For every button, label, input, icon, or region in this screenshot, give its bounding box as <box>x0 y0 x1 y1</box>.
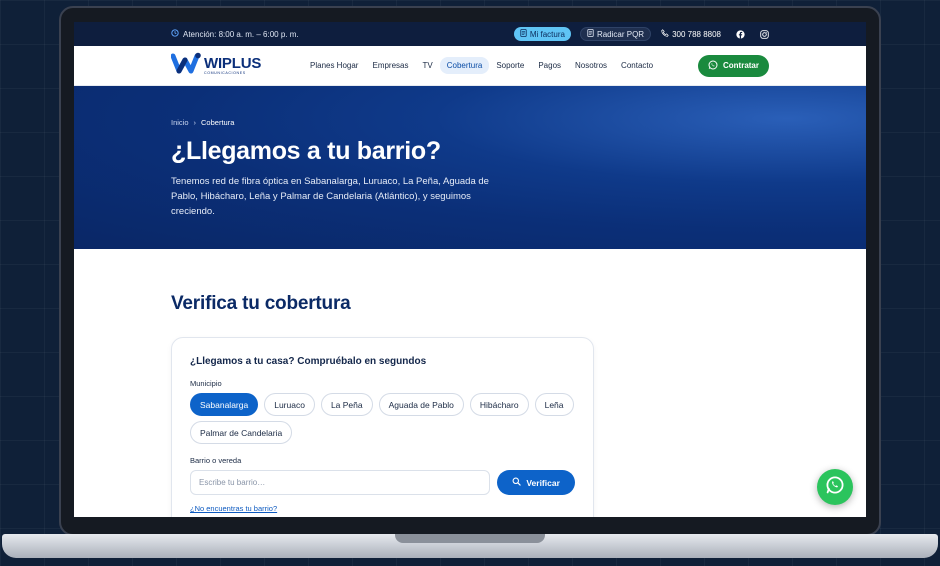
breadcrumb-home[interactable]: Inicio <box>171 118 189 127</box>
verify-label: Verificar <box>526 477 560 488</box>
search-icon <box>512 477 522 488</box>
contratar-label: Contratar <box>722 61 759 70</box>
nav-item-cobertura[interactable]: Cobertura <box>439 57 490 74</box>
whatsapp-float-button[interactable] <box>817 469 853 505</box>
chip-palmar-de-candelaria[interactable]: Palmar de Candelaria <box>190 421 293 444</box>
nav-menu: Planes Hogar Empresas TV Cobertura Sopor… <box>303 57 660 74</box>
phone-icon <box>661 29 669 39</box>
chip-aguada-de-pablo[interactable]: Aguada de Pablo <box>378 393 464 416</box>
chip-hibacharo[interactable]: Hibácharo <box>469 393 529 416</box>
instagram-icon[interactable] <box>759 29 769 39</box>
coverage-title: Verifica tu cobertura <box>171 293 351 314</box>
nav-item-nosotros[interactable]: Nosotros <box>568 57 614 74</box>
wiplus-logo-mark-icon <box>170 52 201 79</box>
brand-subtitle: COMUNICACIONES <box>204 70 246 75</box>
breadcrumb: Inicio › Cobertura <box>171 118 769 127</box>
laptop-notch <box>395 534 545 543</box>
hours-text: Atención: 8:00 a. m. – 6:00 p. m. <box>183 29 299 39</box>
phone-link[interactable]: 300 788 8808 <box>661 29 721 39</box>
municipio-chips: Sabanalarga Luruaco La Peña Aguada de Pa… <box>190 393 580 444</box>
facebook-icon[interactable] <box>735 29 745 39</box>
nav-item-planes-hogar[interactable]: Planes Hogar <box>303 57 365 74</box>
whatsapp-icon <box>708 59 718 72</box>
coverage-section: Verifica tu cobertura ¿Llegamos a tu cas… <box>74 249 866 517</box>
coverage-card: ¿Llegamos a tu casa? Compruébalo en segu… <box>171 337 594 517</box>
invoice-button[interactable]: Mi factura <box>513 27 571 41</box>
contratar-button[interactable]: Contratar <box>697 54 769 77</box>
brand-name: WIPLUS <box>204 54 262 72</box>
barrio-search-row: Verificar <box>190 470 575 495</box>
pqr-button[interactable]: Radicar PQR <box>579 27 652 41</box>
breadcrumb-separator-icon: › <box>193 118 197 127</box>
barrio-label: Barrio o vereda <box>190 456 242 465</box>
verify-button[interactable]: Verificar <box>497 470 575 495</box>
hero-section: Inicio › Cobertura ¿Llegamos a tu barrio… <box>74 86 866 249</box>
whatsapp-float-icon <box>825 475 845 500</box>
barrio-input[interactable] <box>190 470 491 495</box>
wiplus-logo[interactable]: WIPLUS COMUNICACIONES <box>170 52 303 79</box>
nav-item-tv[interactable]: TV <box>416 57 440 74</box>
laptop-screen: Atención: 8:00 a. m. – 6:00 p. m. Mi fac… <box>74 22 866 517</box>
phone-number: 300 788 8808 <box>672 29 721 39</box>
document-icon <box>587 29 594 39</box>
invoice-label: Mi factura <box>529 29 565 39</box>
nav-item-contacto[interactable]: Contacto <box>614 57 660 74</box>
clock-icon <box>171 29 179 39</box>
business-hours: Atención: 8:00 a. m. – 6:00 p. m. <box>171 29 299 39</box>
main-nav: WIPLUS COMUNICACIONES Planes Hogar Empre… <box>74 46 866 86</box>
nav-item-soporte[interactable]: Soporte <box>489 57 531 74</box>
chip-luruaco[interactable]: Luruaco <box>264 393 315 416</box>
card-title: ¿Llegamos a tu casa? Compruébalo en segu… <box>190 356 427 367</box>
pqr-label: Radicar PQR <box>596 29 645 39</box>
invoice-icon <box>520 29 527 39</box>
nav-item-empresas[interactable]: Empresas <box>365 57 415 74</box>
breadcrumb-current: Cobertura <box>201 118 235 127</box>
nav-item-pagos[interactable]: Pagos <box>531 57 568 74</box>
page-title: ¿Llegamos a tu barrio? <box>171 137 441 165</box>
chip-la-pena[interactable]: La Peña <box>320 393 373 416</box>
not-found-link[interactable]: ¿No encuentras tu barrio? <box>190 504 277 513</box>
hero-description: Tenemos red de fibra óptica en Sabanalar… <box>171 176 489 217</box>
chip-lena[interactable]: Leña <box>534 393 574 416</box>
top-bar: Atención: 8:00 a. m. – 6:00 p. m. Mi fac… <box>74 22 866 46</box>
chip-sabanalarga[interactable]: Sabanalarga <box>190 393 259 416</box>
municipio-label: Municipio <box>190 379 222 388</box>
